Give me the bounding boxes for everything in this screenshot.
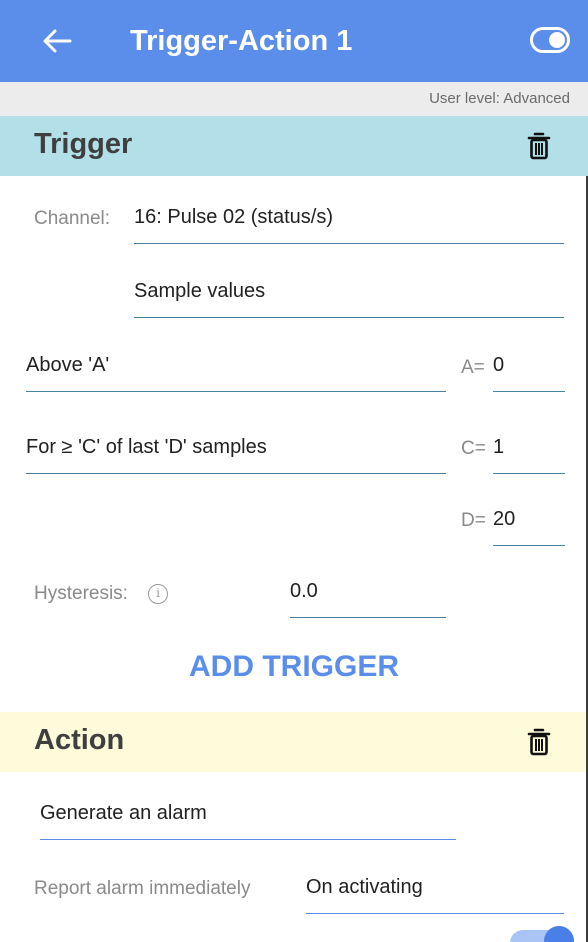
hysteresis-label: Hysteresis: [34,583,128,604]
d-label: D= [461,510,486,531]
condition-select[interactable]: Above 'A' [26,354,446,392]
info-icon[interactable]: i [148,584,168,604]
c-label: C= [461,438,486,459]
report-label: Report alarm immediately [34,878,251,899]
toggle-switch[interactable] [510,926,574,942]
hysteresis-input[interactable]: 0.0 [290,580,446,618]
trigger-heading: Trigger [34,128,133,160]
app-bar: Trigger-Action 1 [0,0,588,82]
add-trigger-button[interactable]: ADD TRIGGER [0,650,588,684]
user-level-text: User level: Advanced [429,90,570,107]
action-select[interactable]: Generate an alarm [40,802,456,840]
report-select[interactable]: On activating [306,876,564,914]
action-header: Action [0,712,588,772]
c-input[interactable]: 1 [493,436,565,474]
page-title: Trigger-Action 1 [130,25,353,57]
d-input[interactable]: 20 [493,508,565,546]
arrow-left-icon[interactable] [40,24,74,58]
channel-select[interactable]: 16: Pulse 02 (status/s) [134,206,564,244]
channel-label: Channel: [34,208,111,229]
trash-icon[interactable] [527,131,551,161]
enable-toggle-icon[interactable] [530,27,570,53]
user-level-bar: User level: Advanced [0,82,588,116]
count-rule-select[interactable]: For ≥ 'C' of last 'D' samples [26,436,446,474]
a-label: A= [461,357,485,378]
trigger-header: Trigger [0,116,588,176]
sample-mode-select[interactable]: Sample values [134,280,564,318]
trash-icon[interactable] [527,727,551,757]
a-input[interactable]: 0 [493,354,565,392]
action-heading: Action [34,724,125,756]
